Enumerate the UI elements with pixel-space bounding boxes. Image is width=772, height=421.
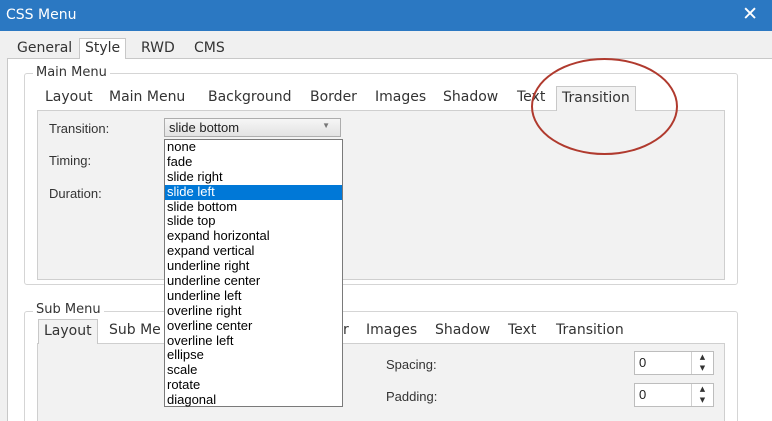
title-bar: CSS Menu ✕ (0, 0, 772, 31)
padding-value: 0 (639, 387, 647, 402)
dropdown-option[interactable]: slide right (165, 169, 342, 185)
dropdown-option[interactable]: rotate (165, 377, 342, 393)
duration-label: Duration: (49, 186, 102, 201)
dropdown-option[interactable]: underline center (165, 273, 342, 289)
sub-tab-transition[interactable]: Transition (556, 322, 624, 338)
dropdown-option[interactable]: expand horizontal (165, 228, 342, 244)
tab-style[interactable]: Style (79, 38, 127, 59)
tab-rwd[interactable]: RWD (141, 40, 175, 56)
spin-down-icon[interactable]: ▼ (692, 363, 713, 374)
timing-label: Timing: (49, 153, 92, 168)
dropdown-option[interactable]: overline center (165, 318, 342, 334)
spin-down-icon[interactable]: ▼ (692, 395, 713, 406)
dropdown-option[interactable]: underline right (165, 258, 342, 274)
spacing-value: 0 (639, 355, 647, 370)
main-tab-text[interactable]: Text (517, 89, 545, 105)
transition-dropdown-list[interactable]: none fade slide right slide left slide botto… (164, 139, 343, 407)
transition-select-value: slide bottom (169, 120, 240, 135)
padding-stepper[interactable]: 0 ▲ ▼ (634, 383, 714, 407)
main-tab-shadow[interactable]: Shadow (443, 89, 498, 105)
sub-menu-legend: Sub Menu (33, 302, 104, 317)
transition-select[interactable]: slide bottom ▼ (164, 118, 341, 137)
sub-tab-sub-menu[interactable]: Sub Me (109, 322, 161, 338)
tab-general[interactable]: General (17, 40, 72, 56)
spacing-label: Spacing: (386, 357, 437, 372)
dropdown-option[interactable]: slide left (165, 184, 342, 200)
dropdown-option[interactable]: ellipse (165, 348, 342, 363)
spin-up-icon[interactable]: ▲ (692, 352, 713, 363)
padding-label: Padding: (386, 389, 438, 404)
sub-tab-layout[interactable]: Layout (38, 319, 98, 344)
main-menu-legend: Main Menu (33, 65, 110, 80)
main-tab-images[interactable]: Images (375, 89, 426, 105)
spin-up-icon[interactable]: ▲ (692, 384, 713, 395)
main-menu-tab-panel (37, 110, 725, 280)
close-icon[interactable]: ✕ (742, 3, 758, 25)
sub-tab-shadow[interactable]: Shadow (435, 322, 490, 338)
dropdown-option[interactable]: fade (165, 154, 342, 170)
spacing-stepper[interactable]: 0 ▲ ▼ (634, 351, 714, 375)
transition-label: Transition: (49, 121, 110, 136)
dropdown-option[interactable]: scale (165, 362, 342, 378)
tab-cms[interactable]: CMS (194, 40, 225, 56)
window-title: CSS Menu (6, 7, 77, 23)
sub-menu-tab-panel (37, 343, 725, 421)
dropdown-option[interactable]: diagonal (165, 392, 342, 408)
dropdown-option[interactable]: overline right (165, 303, 342, 319)
main-tab-layout[interactable]: Layout (45, 89, 93, 105)
dropdown-option[interactable]: none (165, 139, 342, 155)
dropdown-option[interactable]: overline left (165, 333, 342, 349)
main-tab-main-menu[interactable]: Main Menu (109, 89, 185, 105)
dropdown-option[interactable]: underline left (165, 288, 342, 304)
main-tab-border[interactable]: Border (310, 89, 357, 105)
main-tab-transition[interactable]: Transition (556, 86, 636, 111)
sub-tab-border[interactable]: r (343, 322, 349, 338)
dropdown-option[interactable]: slide bottom (165, 199, 342, 215)
chevron-down-icon: ▼ (322, 121, 330, 130)
dropdown-option[interactable]: expand vertical (165, 243, 342, 259)
main-tab-background[interactable]: Background (208, 89, 292, 105)
sub-tab-images[interactable]: Images (366, 322, 417, 338)
sub-tab-text[interactable]: Text (508, 322, 536, 338)
dropdown-option[interactable]: slide top (165, 214, 342, 229)
